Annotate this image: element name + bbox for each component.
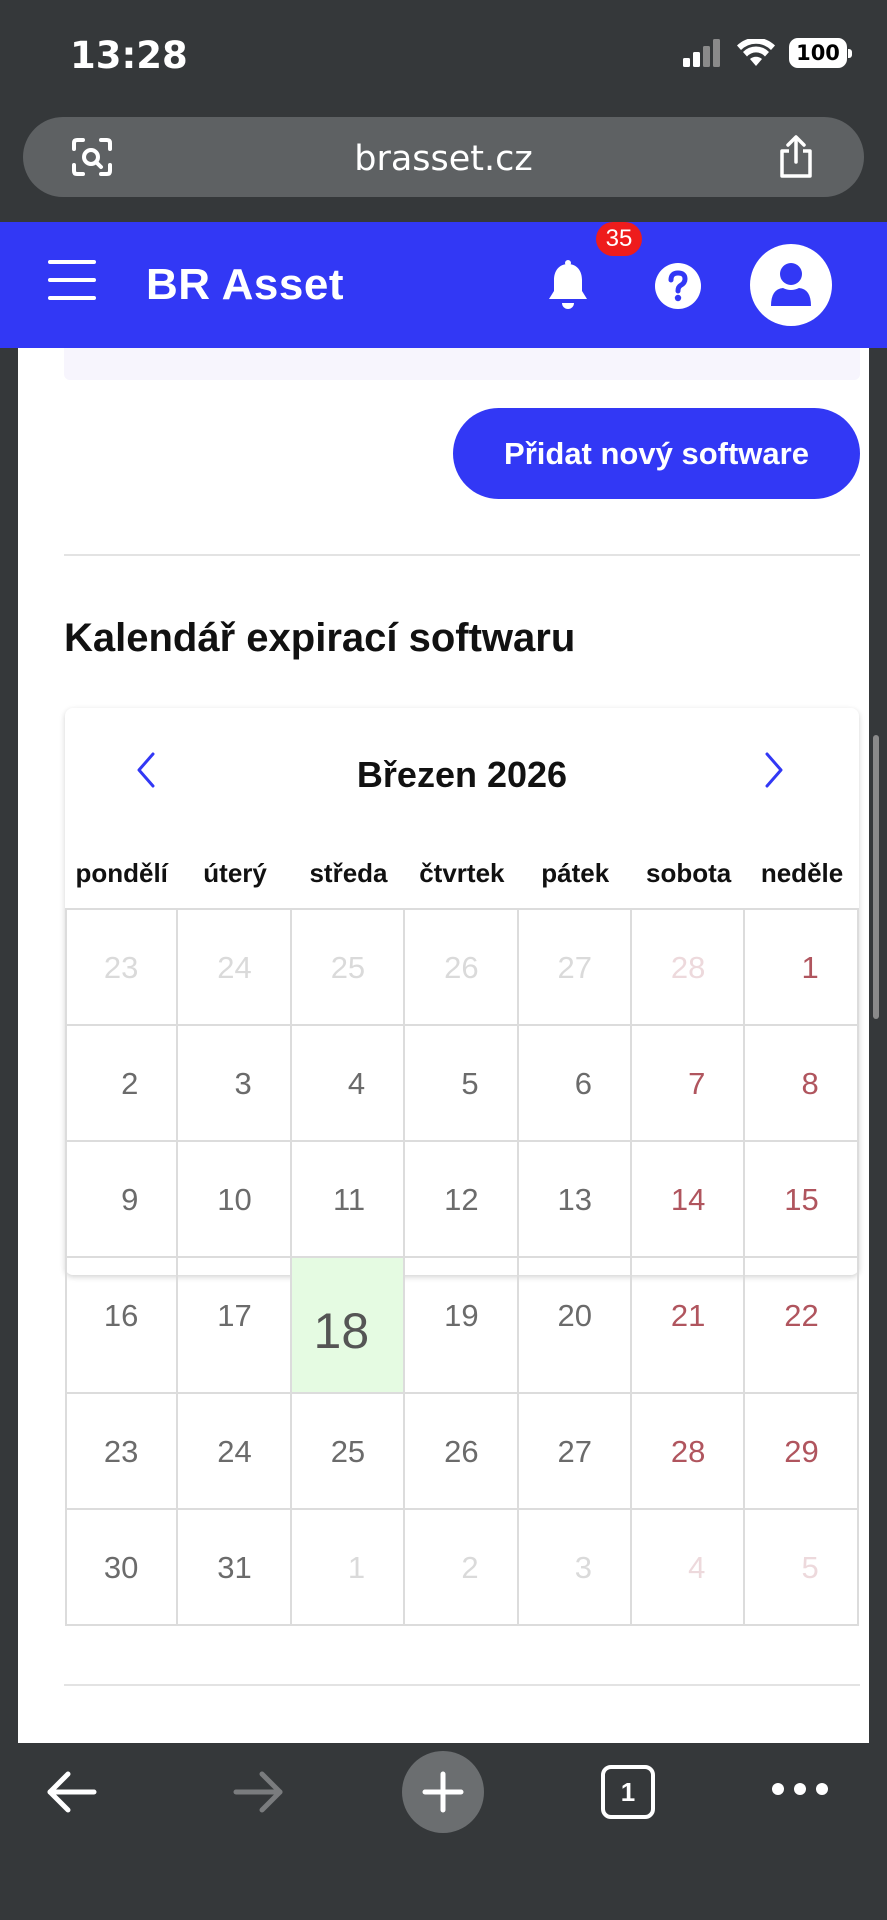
calendar-day[interactable]: 24 — [178, 910, 292, 1024]
calendar-day[interactable]: 5 — [405, 1026, 519, 1140]
calendar-day[interactable]: 27 — [519, 1394, 632, 1508]
calendar-day[interactable]: 23 — [65, 1394, 179, 1508]
calendar-day-today[interactable]: 18 — [291, 1258, 406, 1392]
section-divider — [64, 554, 860, 556]
calendar-day[interactable]: 4 — [632, 1510, 746, 1624]
section-divider — [64, 1684, 860, 1686]
calendar-week: 9 10 11 12 13 14 15 — [65, 1142, 859, 1258]
calendar-day[interactable]: 5 — [745, 1510, 859, 1624]
previous-section-footer — [64, 348, 860, 380]
calendar-day[interactable]: 20 — [519, 1258, 632, 1392]
calendar-week: 23 24 25 26 27 28 29 — [65, 1394, 859, 1510]
share-icon[interactable] — [776, 135, 816, 184]
calendar-day[interactable]: 28 — [632, 910, 746, 1024]
calendar-day[interactable]: 31 — [178, 1510, 292, 1624]
calendar-day[interactable]: 16 — [65, 1258, 179, 1392]
calendar-week: 30 31 1 2 3 4 5 — [65, 1510, 859, 1626]
calendar-day[interactable]: 4 — [292, 1026, 406, 1140]
new-tab-button[interactable] — [402, 1751, 484, 1833]
weekday-label: úterý — [203, 858, 267, 888]
help-icon[interactable] — [654, 262, 702, 315]
url-text: brasset.cz — [354, 139, 533, 179]
calendar-week: 23 24 25 26 27 28 1 — [65, 910, 859, 1026]
calendar-day[interactable]: 6 — [519, 1026, 632, 1140]
plus-icon — [422, 1771, 464, 1813]
weekday-label: pondělí — [75, 858, 168, 888]
calendar-day[interactable]: 26 — [405, 1394, 519, 1508]
calendar-day[interactable]: 1 — [745, 910, 859, 1024]
back-arrow-icon[interactable] — [44, 1767, 100, 1822]
calendar-day[interactable]: 9 — [65, 1142, 179, 1256]
calendar-day[interactable]: 27 — [519, 910, 632, 1024]
calendar-day[interactable]: 15 — [745, 1142, 859, 1256]
calendar-day[interactable]: 23 — [65, 910, 179, 1024]
weekday-header: pondělí úterý středa čtvrtek pátek sobot… — [65, 858, 859, 889]
scrollbar[interactable] — [873, 735, 879, 1019]
address-bar[interactable]: brasset.cz — [23, 117, 864, 197]
calendar-day[interactable]: 19 — [405, 1258, 519, 1392]
calendar-week: 16 17 18 19 20 21 22 — [65, 1258, 859, 1394]
calendar-day[interactable]: 7 — [632, 1026, 746, 1140]
bell-icon[interactable] — [540, 258, 596, 319]
calendar-day[interactable]: 13 — [519, 1142, 632, 1256]
expiry-calendar: Březen 2026 pondělí úterý středa čtvrtek… — [65, 708, 859, 1626]
app-title[interactable]: BR Asset — [146, 260, 344, 310]
weekday-label: čtvrtek — [419, 858, 505, 888]
calendar-day[interactable]: 14 — [632, 1142, 746, 1256]
calendar-day[interactable]: 3 — [178, 1026, 292, 1140]
calendar-day[interactable]: 8 — [745, 1026, 859, 1140]
calendar-day[interactable]: 10 — [178, 1142, 292, 1256]
calendar-day[interactable]: 2 — [405, 1510, 519, 1624]
calendar-day[interactable]: 28 — [632, 1394, 746, 1508]
tab-switcher-button[interactable]: 1 — [601, 1765, 655, 1819]
battery-indicator: 100 — [789, 38, 852, 68]
calendar-day[interactable]: 12 — [405, 1142, 519, 1256]
section-title: Kalendář expirací softwaru — [64, 616, 576, 660]
calendar-day[interactable]: 21 — [632, 1258, 746, 1392]
calendar-day[interactable]: 22 — [745, 1258, 859, 1392]
calendar-month-label: Březen 2026 — [356, 754, 568, 795]
hamburger-icon[interactable] — [48, 260, 96, 302]
weekday-label: neděle — [760, 858, 844, 888]
calendar-day[interactable]: 26 — [405, 910, 519, 1024]
weekday-label: pátek — [541, 858, 610, 888]
cellular-signal-icon — [683, 39, 720, 67]
add-software-button[interactable]: Přidat nový software — [453, 408, 860, 499]
user-icon — [771, 263, 811, 306]
calendar-day[interactable]: 17 — [178, 1258, 292, 1392]
forward-arrow-icon[interactable] — [230, 1767, 286, 1822]
calendar-day[interactable]: 24 — [178, 1394, 292, 1508]
calendar-day[interactable]: 2 — [65, 1026, 179, 1140]
calendar-week: 2 3 4 5 6 7 8 — [65, 1026, 859, 1142]
weekday-label: sobota — [646, 858, 732, 888]
browser-address-area: brasset.cz — [0, 108, 887, 222]
wifi-icon — [737, 39, 775, 66]
app-header: BR Asset 35 — [0, 222, 887, 348]
browser-toolbar: 1 — [0, 1743, 887, 1920]
weekday-label: středa — [309, 858, 388, 888]
profile-avatar[interactable] — [750, 244, 832, 326]
calendar-day[interactable]: 29 — [745, 1394, 859, 1508]
calendar-grid: 23 24 25 26 27 28 1 2 3 4 5 6 7 8 9 10 1… — [65, 908, 859, 1626]
calendar-day[interactable]: 3 — [519, 1510, 632, 1624]
calendar-day[interactable]: 25 — [292, 910, 406, 1024]
calendar-day[interactable]: 30 — [65, 1510, 179, 1624]
more-menu-icon[interactable] — [772, 1783, 828, 1795]
calendar-day[interactable]: 11 — [292, 1142, 406, 1256]
status-bar: 13:28 100 — [0, 0, 887, 108]
calendar-day[interactable]: 1 — [292, 1510, 406, 1624]
calendar-day[interactable]: 25 — [292, 1394, 406, 1508]
page-content: Přidat nový software Kalendář expirací s… — [18, 348, 869, 1743]
status-time: 13:28 — [70, 34, 188, 77]
chevron-right-icon[interactable] — [761, 750, 787, 795]
status-icons: 100 — [683, 38, 852, 68]
notification-badge: 35 — [596, 222, 642, 256]
